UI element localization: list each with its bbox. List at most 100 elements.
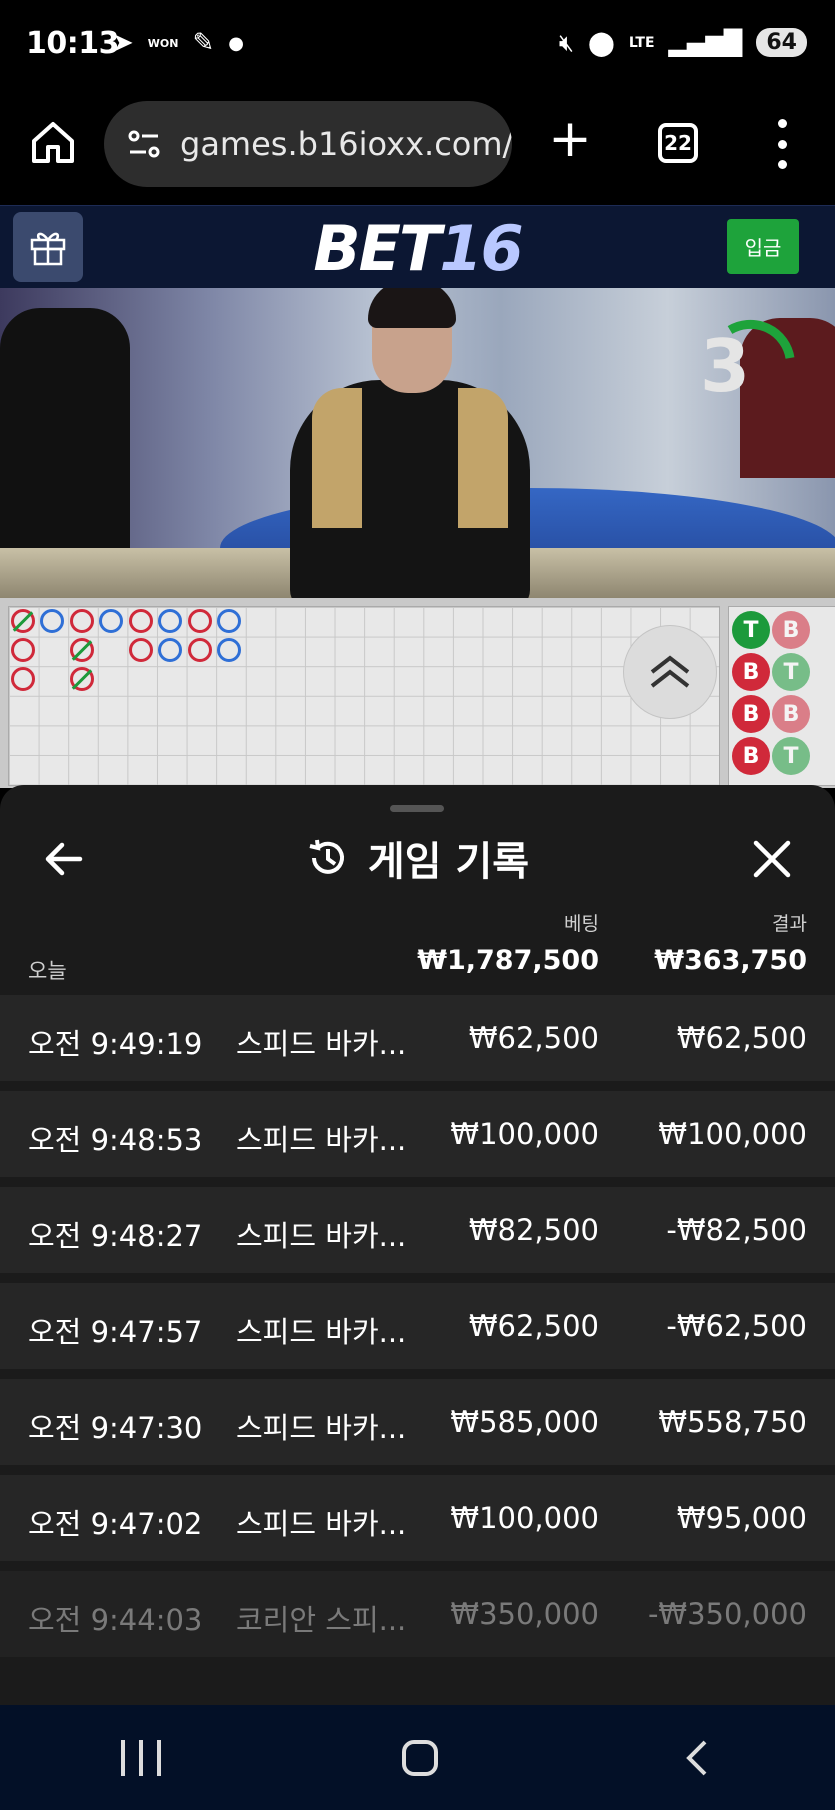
history-title: 게임 기록 <box>367 839 530 885</box>
row-game: 스피드 바카... <box>236 1315 407 1349</box>
row-result: ₩100,000 <box>658 1117 807 1151</box>
bead-dot: B <box>732 737 770 775</box>
history-row[interactable]: 오전 9:49:19 스피드 바카... ₩62,500 ₩62,500 <box>0 995 835 1081</box>
banker-mark <box>129 638 153 662</box>
row-bet: ₩82,500 <box>468 1213 599 1247</box>
sheet-title: 게임 기록 <box>0 829 835 887</box>
system-back-button[interactable] <box>679 1738 715 1778</box>
network-type: LTE <box>628 34 655 51</box>
new-tab-button[interactable]: + <box>548 111 592 167</box>
home-icon <box>32 122 74 163</box>
player-mark <box>217 638 241 662</box>
history-icon <box>309 839 344 874</box>
player-mark <box>158 638 182 662</box>
site-header: BET16 입금 <box>0 205 835 288</box>
row-game: 스피드 바카... <box>236 1027 407 1061</box>
battery-indicator: 64 <box>756 28 807 57</box>
row-game: 스피드 바카... <box>236 1123 407 1157</box>
bet-countdown: 3 <box>700 324 751 408</box>
row-time: 오전 9:47:57 <box>28 1315 203 1349</box>
telegram-icon: ➤ <box>112 28 134 58</box>
row-result: ₩558,750 <box>658 1405 807 1439</box>
row-bet: ₩62,500 <box>468 1021 599 1055</box>
total-bet: ₩1,787,500 <box>417 945 599 976</box>
bead-dot: T <box>772 653 810 691</box>
history-row[interactable]: 오전 9:47:57 스피드 바카... ₩62,500 -₩62,500 <box>0 1283 835 1369</box>
row-result: ₩62,500 <box>676 1021 807 1055</box>
close-icon <box>753 840 791 878</box>
signal-icon: ▂▄▆█ <box>668 28 743 57</box>
site-logo[interactable]: BET16 <box>0 212 835 285</box>
bead-dot: B <box>772 695 810 733</box>
system-navigation-bar <box>0 1705 835 1810</box>
row-result: -₩82,500 <box>666 1213 807 1247</box>
row-game: 스피드 바카... <box>236 1507 407 1541</box>
banker-mark <box>188 638 212 662</box>
address-bar[interactable]: games.b16ioxx.com/ <box>104 101 512 187</box>
bead-dot: B <box>732 695 770 733</box>
bead-dot: T <box>732 611 770 649</box>
history-row[interactable]: 오전 9:47:02 스피드 바카... ₩100,000 ₩95,000 <box>0 1475 835 1561</box>
banker-mark <box>129 609 153 633</box>
history-row[interactable]: 오전 9:48:53 스피드 바카... ₩100,000 ₩100,000 <box>0 1091 835 1177</box>
history-row[interactable]: 오전 9:47:30 스피드 바카... ₩585,000 ₩558,750 <box>0 1379 835 1465</box>
total-result: ₩363,750 <box>654 945 807 976</box>
deposit-button[interactable]: 입금 <box>727 219 799 274</box>
scoreboard-roadmap: T B B T B B B T <box>0 598 835 788</box>
row-time: 오전 9:49:19 <box>28 1027 203 1061</box>
row-result: -₩62,500 <box>666 1309 807 1343</box>
status-bar: 10:13 ➤ WON ✎ ● 🔇︎ ⬤ LTE ▂▄▆█ 64 <box>0 0 835 95</box>
bead-dot: T <box>772 737 810 775</box>
row-game: 코리안 스피... <box>236 1603 407 1637</box>
close-button[interactable] <box>748 835 796 883</box>
row-time: 오전 9:47:02 <box>28 1507 203 1541</box>
recent-apps-button[interactable] <box>120 1739 161 1776</box>
row-result: ₩95,000 <box>676 1501 807 1535</box>
row-time: 오전 9:44:03 <box>28 1603 203 1637</box>
more-notifications-dot-icon: ● <box>228 32 245 54</box>
row-bet: ₩350,000 <box>450 1597 599 1631</box>
row-time: 오전 9:47:30 <box>28 1411 203 1445</box>
browser-menu-button[interactable] <box>772 119 792 169</box>
banker-mark <box>188 609 212 633</box>
big-road-grid[interactable] <box>8 606 720 786</box>
history-list: 오전 9:49:19 스피드 바카... ₩62,500 ₩62,500 오전 … <box>0 995 835 1667</box>
browser-home-button[interactable] <box>28 117 78 167</box>
system-home-button[interactable] <box>401 1739 438 1776</box>
banker-mark <box>11 638 35 662</box>
bead-dot: B <box>732 653 770 691</box>
player-mark <box>99 609 123 633</box>
won-app-icon: WON <box>147 36 179 50</box>
double-chevron-up-icon <box>650 655 690 688</box>
url-text: games.b16ioxx.com/ <box>180 125 512 163</box>
bead-road[interactable]: T B B T B B B T <box>728 606 835 786</box>
row-bet: ₩62,500 <box>468 1309 599 1343</box>
bead-dot: B <box>772 611 810 649</box>
row-bet: ₩585,000 <box>450 1405 599 1439</box>
row-game: 스피드 바카... <box>236 1219 407 1253</box>
row-bet: ₩100,000 <box>450 1117 599 1151</box>
game-history-sheet: 게임 기록 베팅 결과 오늘 ₩1,787,500 ₩363,750 오전 9:… <box>0 785 835 1705</box>
browser-toolbar: games.b16ioxx.com/ + 22 <box>0 95 835 205</box>
banker-mark <box>11 667 35 691</box>
row-time: 오전 9:48:27 <box>28 1219 203 1253</box>
status-time: 10:13 <box>26 26 120 61</box>
row-bet: ₩100,000 <box>450 1501 599 1535</box>
mute-icon: 🔇︎ <box>558 28 574 57</box>
row-game: 스피드 바카... <box>236 1411 407 1445</box>
chevron-left-icon <box>685 1740 706 1775</box>
row-time: 오전 9:48:53 <box>28 1123 203 1157</box>
column-header-result: 결과 <box>772 913 807 935</box>
site-settings-icon[interactable] <box>118 118 170 170</box>
history-row[interactable]: 오전 9:48:27 스피드 바카... ₩82,500 -₩82,500 <box>0 1187 835 1273</box>
row-result: -₩350,000 <box>647 1597 807 1631</box>
app-notification-icon: ✎ <box>192 28 215 58</box>
live-video-stream[interactable]: 3 <box>0 288 835 598</box>
player-mark <box>158 609 182 633</box>
sheet-drag-handle[interactable] <box>390 805 444 812</box>
column-header-bet: 베팅 <box>564 913 599 935</box>
background-person <box>0 308 130 588</box>
expand-roadmap-button[interactable] <box>623 625 717 719</box>
history-row[interactable]: 오전 9:44:03 코리안 스피... ₩350,000 -₩350,000 <box>0 1571 835 1657</box>
tab-switcher-button[interactable]: 22 <box>658 123 698 163</box>
